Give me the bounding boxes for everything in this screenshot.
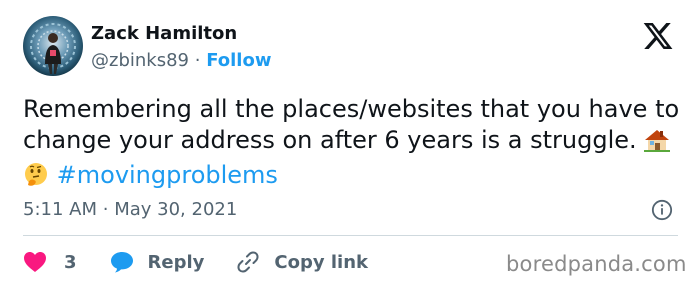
reply-bubble-icon [110, 252, 133, 273]
avatar-image [23, 16, 83, 76]
reply-label: Reply [147, 251, 205, 273]
hashtag-link[interactable]: #movingproblems [57, 161, 278, 189]
info-icon[interactable] [651, 199, 673, 221]
reply-button[interactable]: Reply [110, 251, 205, 273]
thinking-face-emoji-icon [23, 161, 49, 195]
tweet-timestamp[interactable]: 5:11 AM · May 30, 2021 [23, 199, 237, 220]
author-handle[interactable]: @zbinks89 [91, 50, 189, 71]
author-name[interactable]: Zack Hamilton [91, 23, 237, 44]
copy-link-label: Copy link [274, 251, 368, 273]
link-icon [237, 251, 259, 273]
watermark: boredpanda.com [506, 252, 687, 276]
avatar[interactable] [23, 16, 83, 76]
heart-icon [24, 252, 46, 272]
tweet-time: 5:11 AM [23, 199, 97, 220]
house-emoji-icon [644, 128, 671, 160]
handle-separator: · [194, 50, 201, 71]
meta-separator: · [102, 199, 109, 220]
follow-button[interactable]: Follow [206, 50, 271, 71]
tweet-date: May 30, 2021 [114, 199, 238, 220]
divider [23, 235, 678, 236]
like-button[interactable]: 3 [23, 251, 77, 273]
x-logo-icon[interactable] [642, 20, 674, 52]
copy-link-button[interactable]: Copy link [236, 250, 368, 274]
tweet-body: Remembering all the places/websites that… [23, 95, 680, 154]
like-count: 3 [64, 251, 77, 273]
action-bar: 3 Reply Copy link [23, 248, 368, 276]
author-handle-row: @zbinks89 · Follow [91, 50, 271, 71]
tweet-text: Remembering all the places/websites that… [23, 94, 683, 195]
